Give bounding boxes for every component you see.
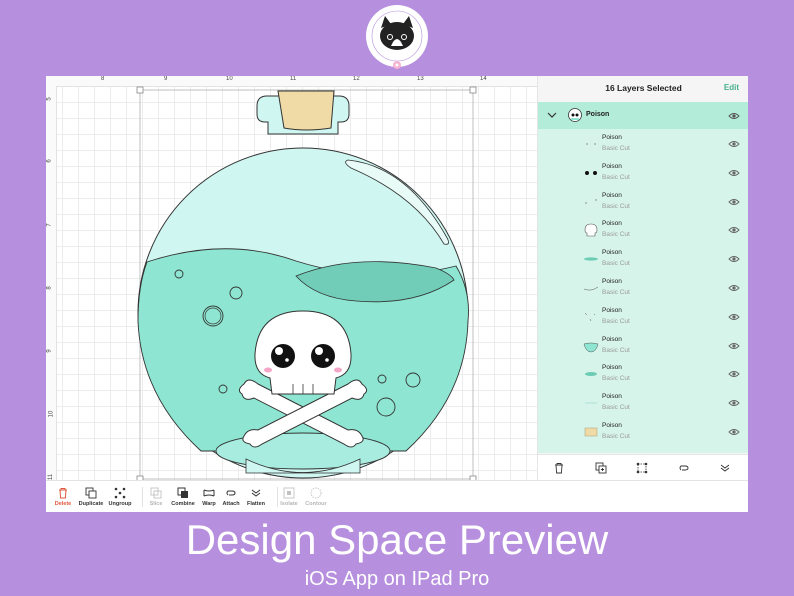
flatten-icon[interactable] xyxy=(719,462,731,474)
layer-name: Poison xyxy=(602,422,622,429)
layer-row[interactable]: Poison Basic Cut xyxy=(538,418,748,447)
eye-icon[interactable] xyxy=(728,112,740,120)
attach-icon[interactable] xyxy=(678,462,690,474)
layer-thumbnail xyxy=(585,198,597,204)
layer-operation: Basic Cut xyxy=(602,260,630,268)
layer-row[interactable]: Poison Basic Cut xyxy=(538,303,748,332)
chevron-down-icon[interactable] xyxy=(547,110,557,120)
ungroup-button[interactable]: Ungroup xyxy=(103,484,137,510)
eye-icon[interactable] xyxy=(728,226,740,234)
eye-icon[interactable] xyxy=(728,255,740,263)
caption-title: Design Space Preview xyxy=(185,516,609,563)
bottom-toolbar: Delete Duplicate Ungroup Slice Combine W… xyxy=(46,480,748,512)
layer-thumbnail xyxy=(586,143,596,145)
flatten-icon xyxy=(251,489,261,497)
contour-button[interactable]: Contour xyxy=(299,484,333,510)
eye-icon[interactable] xyxy=(728,169,740,177)
layer-operation: Basic Cut xyxy=(602,375,630,383)
layer-group-poison[interactable]: Poison xyxy=(538,102,748,129)
eye-icon[interactable] xyxy=(728,198,740,206)
layer-row[interactable]: Poison Basic Cut xyxy=(538,130,748,159)
layer-name: Poison xyxy=(602,249,622,257)
skull-eye-left xyxy=(271,344,295,368)
cat-face-logo xyxy=(366,5,428,69)
layer-name: Poison xyxy=(602,335,622,343)
layer-thumbnail xyxy=(585,372,597,377)
caption-subtitle: iOS App on IPad Pro xyxy=(304,568,490,590)
layer-row[interactable]: Poison Basic Cut xyxy=(538,188,748,217)
eye-icon[interactable] xyxy=(728,428,740,436)
skull-eye-right xyxy=(311,344,335,368)
layer-list: Poison Basic Cut Poison Basic Cut Poison Basi… xyxy=(538,129,748,453)
layer-thumbnail xyxy=(584,427,598,437)
layer-operation: Basic Cut xyxy=(602,346,630,354)
layer-row[interactable]: Poison Basic Cut xyxy=(538,159,748,188)
eye-icon[interactable] xyxy=(728,284,740,292)
layers-panel-footer xyxy=(538,454,748,481)
layer-operation: Basic Cut xyxy=(602,289,630,296)
layer-row[interactable]: Poison Basic Cut xyxy=(538,360,748,389)
layer-thumbnail xyxy=(584,257,598,261)
layer-thumbnail xyxy=(583,286,599,291)
skull-group-icon xyxy=(568,108,582,122)
layer-operation: Basic Cut xyxy=(602,173,630,181)
ungroup-label: Ungroup xyxy=(108,501,132,507)
layer-thumbnail xyxy=(585,402,597,404)
selection-handle xyxy=(469,86,477,94)
layer-operation: Basic Cut xyxy=(602,145,630,152)
edit-button[interactable]: Edit xyxy=(724,83,739,92)
isolate-icon xyxy=(283,487,295,499)
layer-name: Poison xyxy=(602,162,622,170)
cork xyxy=(277,90,335,131)
layer-group-label: Poison xyxy=(586,111,610,118)
ungroup-icon xyxy=(114,487,126,499)
layer-thumbnail xyxy=(583,342,599,352)
layer-thumbnail xyxy=(584,224,598,237)
layers-panel: 16 Layers Selected Edit Poison Poison Bas… xyxy=(537,76,748,481)
layer-operation: Basic Cut xyxy=(602,202,630,210)
layers-panel-header: 16 Layers Selected Edit xyxy=(538,76,748,102)
layer-operation: Basic Cut xyxy=(602,433,630,440)
layer-thumbnail xyxy=(585,170,597,175)
attach-icon xyxy=(226,490,236,496)
layer-row[interactable]: Poison Basic Cut xyxy=(538,245,748,274)
flatten-label: Flatten xyxy=(246,501,266,507)
eye-icon[interactable] xyxy=(728,342,740,350)
layer-row[interactable]: Poison Basic Cut xyxy=(538,216,748,245)
layer-operation: Basic Cut xyxy=(602,231,630,239)
slice-icon xyxy=(150,487,162,499)
duplicate-icon xyxy=(85,487,97,499)
layer-name: Poison xyxy=(602,134,622,141)
trash-icon xyxy=(59,488,67,499)
combine-icon xyxy=(177,487,188,498)
trash-icon[interactable] xyxy=(553,462,565,474)
layer-thumbnail xyxy=(584,312,596,321)
layers-panel-title: 16 Layers Selected xyxy=(605,83,682,93)
layer-operation: Basic Cut xyxy=(602,404,630,412)
eye-icon[interactable] xyxy=(728,399,740,407)
eye-icon[interactable] xyxy=(728,370,740,378)
layer-name: Poison xyxy=(602,393,622,401)
eye-icon[interactable] xyxy=(728,313,740,321)
flatten-button[interactable]: Flatten xyxy=(239,484,273,510)
bottle-base xyxy=(215,432,391,470)
layer-name: Poison xyxy=(602,278,622,285)
group-icon[interactable] xyxy=(636,462,648,474)
design-space-app: 8 9 10 11 12 13 14 5 6 7 8 9 10 11 16 La… xyxy=(46,76,748,512)
duplicate-icon[interactable] xyxy=(595,462,607,474)
layer-row[interactable]: Poison Basic Cut xyxy=(538,389,748,418)
selection-handle xyxy=(136,86,144,94)
layer-operation: Basic Cut xyxy=(602,317,630,325)
layer-name: Poison xyxy=(602,191,622,199)
layer-name: Poison xyxy=(602,364,622,372)
layer-name: Poison xyxy=(602,306,622,314)
layer-row[interactable]: Poison Basic Cut xyxy=(538,274,748,303)
design-canvas[interactable]: 8 9 10 11 12 13 14 5 6 7 8 9 10 11 xyxy=(46,76,537,480)
poison-bottle-artwork[interactable] xyxy=(46,76,537,480)
layer-row[interactable]: Poison Basic Cut xyxy=(538,332,748,361)
layer-name: Poison xyxy=(602,220,622,228)
contour-icon xyxy=(310,487,322,499)
contour-label: Contour xyxy=(305,501,327,507)
eye-icon[interactable] xyxy=(728,140,740,148)
